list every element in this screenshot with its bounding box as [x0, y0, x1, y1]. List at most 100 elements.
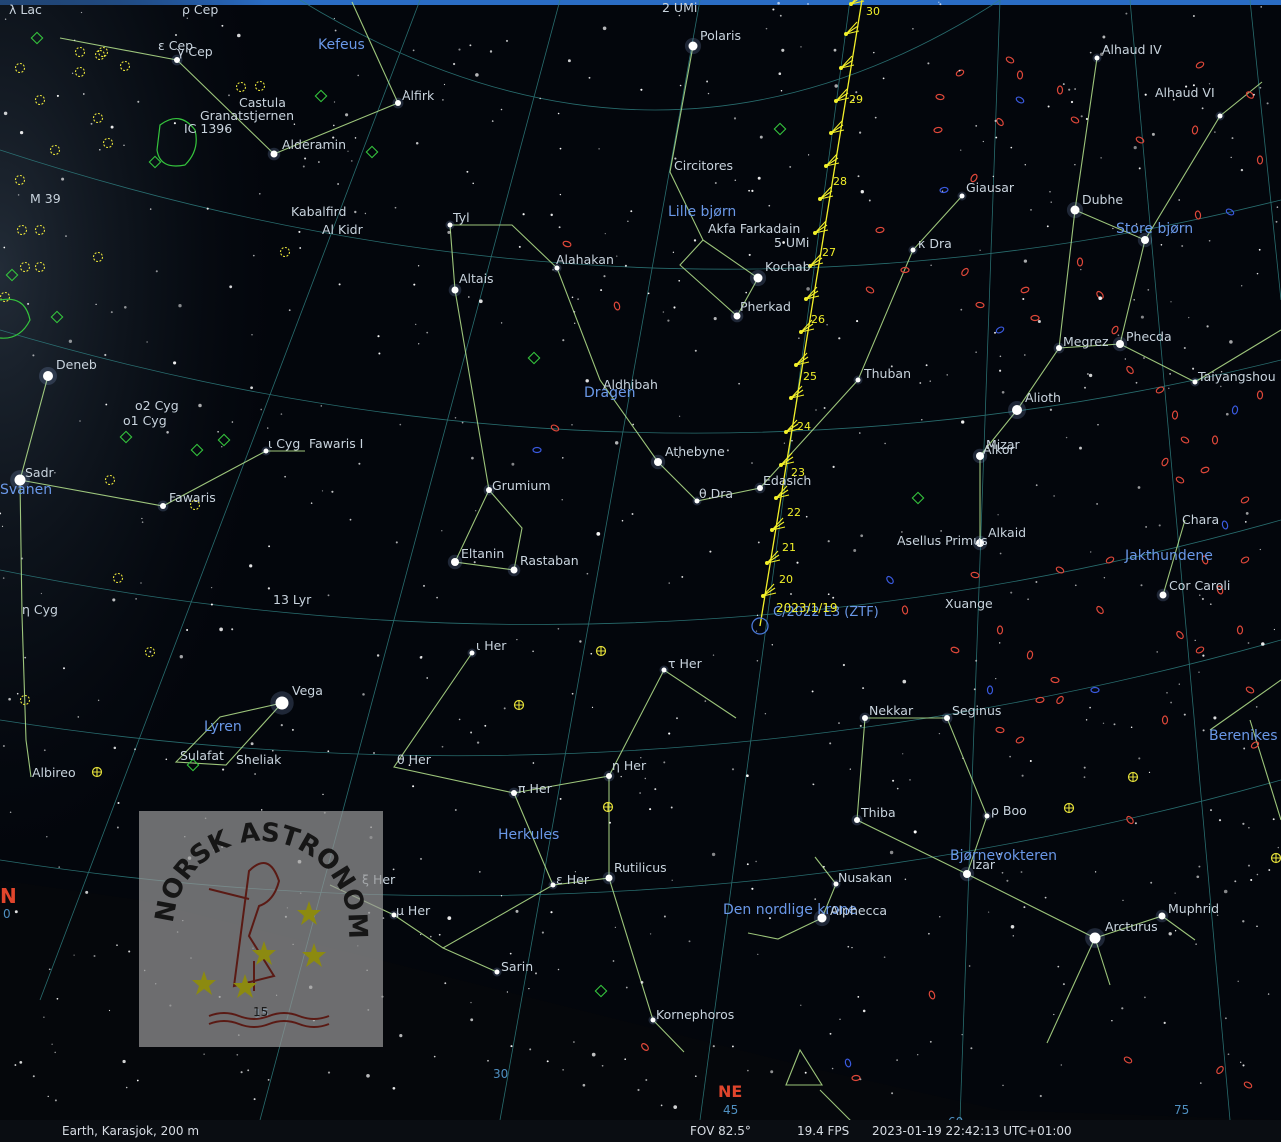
star — [709, 550, 712, 553]
star — [85, 890, 89, 894]
star — [751, 189, 754, 192]
star — [1145, 526, 1147, 528]
bright-star[interactable] — [855, 377, 861, 383]
star — [859, 131, 862, 134]
bright-star[interactable] — [854, 817, 860, 823]
galaxy-marker — [939, 186, 949, 194]
star — [961, 1033, 963, 1036]
star — [506, 991, 509, 993]
nebula-marker — [527, 351, 541, 365]
star — [429, 935, 432, 938]
bright-star[interactable] — [494, 969, 500, 975]
star — [1224, 1017, 1227, 1020]
bright-star[interactable] — [910, 247, 916, 253]
star-label: Seginus — [952, 703, 1001, 718]
bright-star[interactable] — [1012, 405, 1022, 415]
star — [1260, 6, 1262, 8]
bright-star[interactable] — [1056, 345, 1062, 351]
star — [781, 48, 785, 52]
star — [970, 1047, 973, 1050]
star-label: Kornephoros — [656, 1007, 734, 1022]
star — [946, 374, 948, 376]
star — [832, 596, 835, 599]
bright-star[interactable] — [944, 715, 950, 721]
star — [979, 249, 981, 251]
bright-star[interactable] — [395, 100, 401, 106]
bright-star[interactable] — [862, 715, 868, 721]
star — [1047, 105, 1050, 108]
comet-point — [839, 66, 843, 70]
star — [671, 879, 673, 881]
bright-star[interactable] — [650, 1017, 656, 1023]
star — [1202, 729, 1205, 732]
bright-star[interactable] — [984, 813, 990, 819]
star — [891, 1092, 894, 1095]
star — [574, 322, 576, 324]
star — [975, 351, 977, 353]
bright-star[interactable] — [1159, 591, 1167, 599]
star — [458, 48, 461, 51]
star — [994, 331, 996, 334]
bright-star[interactable] — [1192, 379, 1198, 385]
comet-point — [770, 528, 774, 532]
bright-star[interactable] — [753, 273, 763, 283]
bright-star[interactable] — [1217, 113, 1223, 119]
star — [1053, 495, 1055, 497]
galaxy-marker — [1240, 496, 1250, 504]
bright-star[interactable] — [963, 870, 971, 878]
bright-star[interactable] — [959, 193, 965, 199]
star — [757, 953, 759, 956]
bright-star[interactable] — [1070, 205, 1080, 215]
star — [394, 206, 397, 209]
bright-star[interactable] — [1116, 340, 1124, 348]
star — [47, 1095, 49, 1098]
bright-star[interactable] — [43, 371, 53, 381]
star — [827, 593, 830, 596]
bright-star[interactable] — [550, 882, 556, 888]
bright-star[interactable] — [1089, 932, 1101, 944]
star — [756, 614, 759, 616]
star — [14, 910, 18, 914]
bright-star[interactable] — [275, 696, 289, 710]
star — [1259, 86, 1262, 89]
star — [1237, 980, 1239, 983]
datetime-readout[interactable]: 2023-01-19 22:42:13 UTC+01:00 — [872, 1124, 1072, 1138]
bright-star[interactable] — [451, 286, 459, 294]
star — [454, 417, 457, 419]
galaxy-marker — [1056, 695, 1064, 705]
star — [333, 124, 335, 127]
bright-star[interactable] — [605, 874, 613, 882]
location-readout[interactable]: Earth, Karasjok, 200 m — [62, 1124, 199, 1138]
bright-star[interactable] — [160, 503, 166, 509]
star — [798, 337, 800, 339]
bright-star[interactable] — [469, 650, 475, 656]
bright-star[interactable] — [654, 458, 662, 466]
bright-star[interactable] — [447, 222, 453, 228]
bright-star[interactable] — [1141, 236, 1149, 244]
star — [254, 773, 257, 775]
star — [1089, 551, 1092, 553]
bright-star[interactable] — [451, 558, 459, 566]
galaxy-marker — [995, 726, 1005, 734]
bright-star[interactable] — [1158, 912, 1166, 920]
star — [806, 287, 810, 291]
star — [902, 753, 904, 755]
bright-star[interactable] — [661, 667, 667, 673]
bright-star[interactable] — [510, 566, 518, 574]
star-label: Xuange — [945, 596, 993, 611]
star — [472, 182, 474, 185]
galaxy-marker — [995, 326, 1005, 334]
star — [624, 264, 627, 267]
bright-star[interactable] — [270, 150, 278, 158]
bright-star[interactable] — [688, 41, 698, 51]
star-label: λ Lac — [9, 2, 42, 17]
star — [1178, 683, 1180, 685]
bright-star[interactable] — [1094, 55, 1100, 61]
galaxy-marker — [1096, 605, 1104, 615]
star — [511, 462, 515, 466]
comet-track[interactable]: 2021222324252627282930 C/2022 E3 (ZTF) 2… — [751, 0, 880, 635]
bright-star[interactable] — [511, 790, 517, 796]
star — [624, 1058, 627, 1061]
comet-tick — [762, 583, 777, 597]
bright-star[interactable] — [606, 773, 612, 779]
